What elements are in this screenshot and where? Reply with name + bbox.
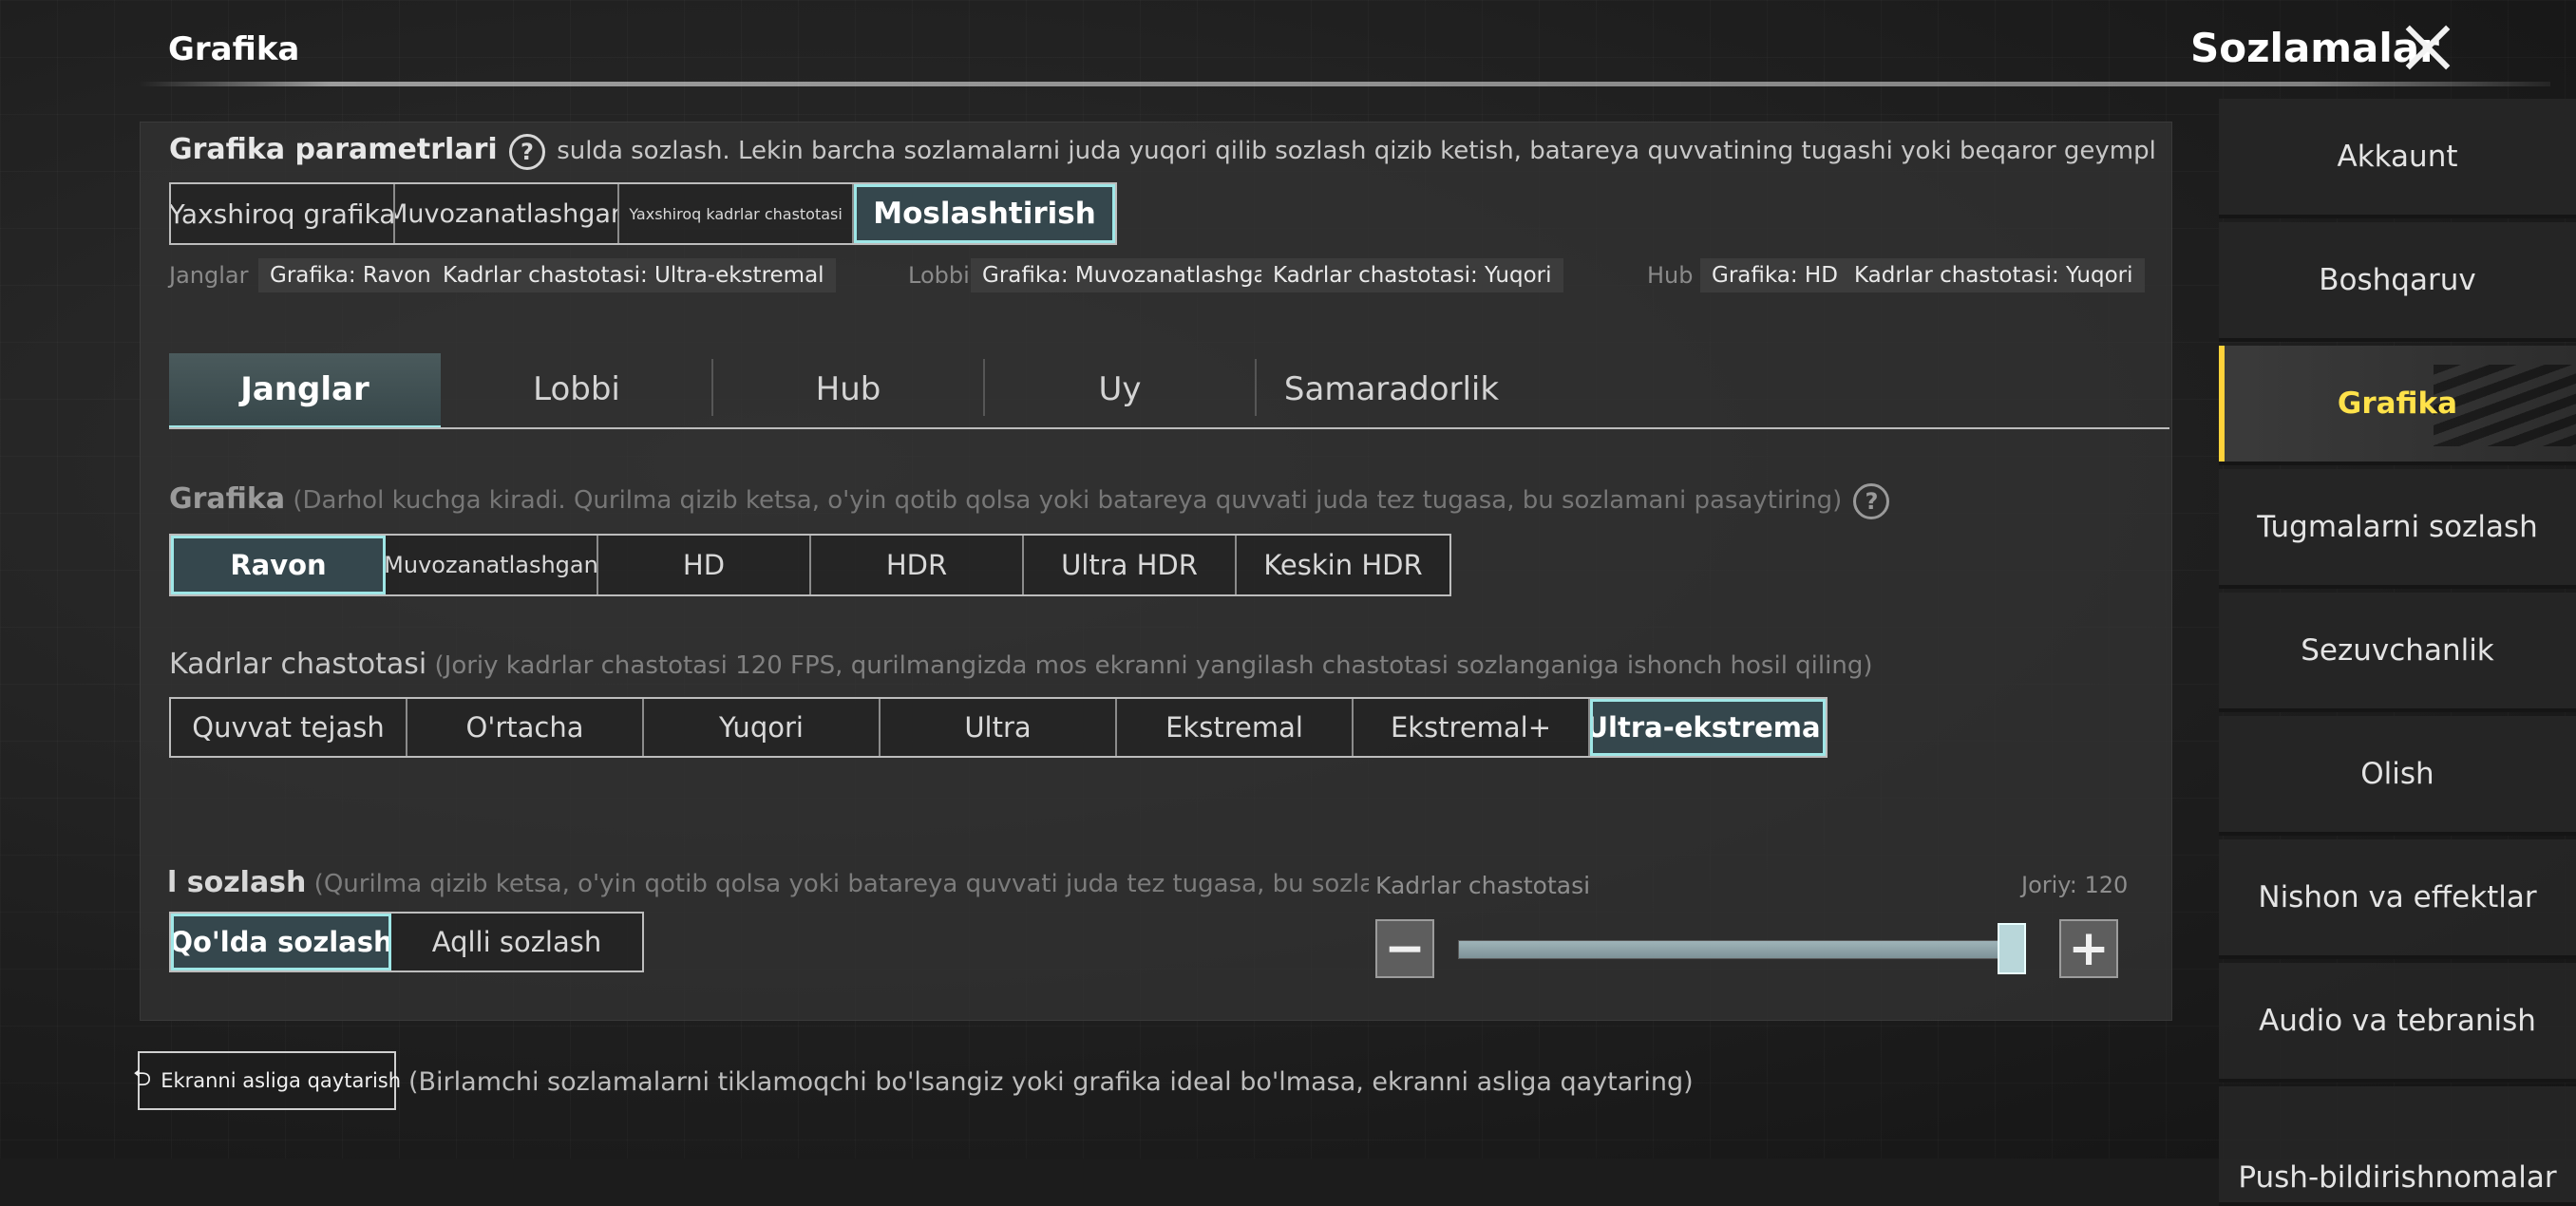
tab-hub[interactable]: Hub	[712, 353, 985, 425]
frame-rate-selector: Quvvat tejash O'rtacha Yuqori Ultra Ekst…	[169, 697, 1828, 758]
nav-label: Grafika	[2337, 386, 2458, 421]
grafika-option-ultra-hdr[interactable]: Ultra HDR	[1024, 536, 1237, 594]
grafika-option-hd[interactable]: HD	[598, 536, 811, 594]
nav-label: Akkaunt	[2337, 140, 2458, 174]
fps-decrease-button[interactable]: −	[1375, 919, 1434, 978]
summary-label-lobbi: Lobbi	[908, 262, 970, 289]
nav-label: Push-bildirishnomalar	[2238, 1160, 2557, 1195]
grafika-option-ravon[interactable]: Ravon	[171, 536, 386, 594]
fps-slider-fill	[1459, 941, 2013, 958]
preset-custom[interactable]: Moslashtirish	[854, 184, 1115, 243]
grafika-selector: Ravon Muvozanatlashgan HD HDR Ultra HDR …	[169, 534, 1451, 596]
graphics-params-header: Grafika parametrlari ? sulda sozlash. Le…	[169, 133, 2154, 170]
preset-better-graphics[interactable]: Yaxshiroq grafika	[171, 184, 396, 243]
summary-chip-janglar-graphics: Grafika: Ravon	[258, 258, 443, 292]
summary-chip-janglar-fps: Kadrlar chastotasi: Ultra-ekstremal	[431, 258, 836, 292]
fps-slider-label: Kadrlar chastotasi	[1375, 872, 1591, 899]
frame-rate-header: Kadrlar chastotasi (Joriy kadrlar chasto…	[169, 648, 2154, 681]
tabs-underline	[169, 427, 2169, 429]
tab-janglar[interactable]: Janglar	[169, 353, 441, 429]
summary-chip-hub-graphics: Grafika: HD	[1700, 258, 1849, 292]
fps-increase-button[interactable]: +	[2059, 919, 2118, 978]
adjust-option-manual[interactable]: Qo'lda sozlash	[171, 914, 391, 970]
nav-item-akkaunt[interactable]: Akkaunt	[2219, 99, 2576, 218]
help-icon[interactable]: ?	[1853, 482, 1890, 519]
nav-item-audio-va-tebranish[interactable]: Audio va tebranish	[2219, 963, 2576, 1083]
fps-option-quvvat-tejash[interactable]: Quvvat tejash	[171, 699, 407, 756]
fps-option-ortacha[interactable]: O'rtacha	[407, 699, 644, 756]
graphics-params-title: Grafika parametrlari	[169, 133, 498, 166]
top-bar: Grafika Sozlamalar	[0, 0, 2576, 95]
tab-label: Janglar	[240, 370, 369, 408]
nav-label: Nishon va effektlar	[2258, 880, 2537, 914]
nav-label: Audio va tebranish	[2259, 1004, 2536, 1038]
nav-label: Tugmalarni sozlash	[2257, 510, 2538, 544]
grafika-option-muvozanatlashgan[interactable]: Muvozanatlashgan	[386, 536, 598, 594]
adjust-title: l sozlash	[167, 866, 307, 899]
nav-item-push-bildirishnomalar[interactable]: Push-bildirishnomalar	[2219, 1086, 2576, 1206]
preset-better-fps[interactable]: Yaxshiroq kadrlar chastotasi	[619, 184, 855, 243]
adjust-option-smart[interactable]: Aqlli sozlash	[391, 914, 642, 970]
fps-slider-handle[interactable]	[1998, 923, 2026, 974]
adjust-note: (Qurilma qizib ketsa, o'yin qotib qolsa …	[313, 870, 1369, 898]
fps-slider-current: Joriy: 120	[2021, 872, 2129, 898]
tab-label: Lobbi	[533, 370, 620, 408]
frame-rate-note: (Joriy kadrlar chastotasi 120 FPS, quril…	[434, 651, 1873, 680]
nav-item-olish[interactable]: Olish	[2219, 716, 2576, 836]
tab-label: Samaradorlik	[1283, 370, 1500, 408]
nav-item-grafika[interactable]: Grafika	[2219, 346, 2576, 465]
tab-samaradorlik[interactable]: Samaradorlik	[1256, 353, 1527, 425]
reset-note: (Birlamchi sozlamalarni tiklamoqchi bo'l…	[408, 1067, 1694, 1097]
summary-chip-lobbi-graphics: Grafika: Muvozanatlashgan	[971, 258, 1293, 292]
fps-option-ekstremal[interactable]: Ekstremal	[1117, 699, 1354, 756]
summary-label-janglar: Janglar	[169, 262, 249, 289]
adjust-header: l sozlash (Qurilma qizib ketsa, o'yin qo…	[167, 866, 1369, 899]
nav-label: Boshqaruv	[2319, 263, 2476, 297]
grafika-option-hdr[interactable]: HDR	[811, 536, 1024, 594]
undo-icon: ⮌	[132, 1064, 152, 1091]
grafika-header: Grafika (Darhol kuchga kiradi. Qurilma q…	[169, 482, 2154, 519]
section-title: Grafika	[168, 30, 300, 68]
mode-tabs: Janglar Lobbi Hub Uy Samaradorlik	[169, 353, 2169, 431]
grafika-note: (Darhol kuchga kiradi. Qurilma qizib ket…	[293, 486, 1843, 515]
grafika-title: Grafika	[169, 482, 286, 516]
close-icon[interactable]	[2399, 19, 2456, 76]
preset-selector: Yaxshiroq grafika Muvozanatlashgan Yaxsh…	[169, 182, 1117, 245]
settings-nav: Akkaunt Boshqaruv Grafika Tugmalarni soz…	[2219, 99, 2576, 1206]
help-icon[interactable]: ?	[508, 133, 545, 170]
fps-option-ultra-ekstremal[interactable]: Ultra-ekstremal	[1590, 699, 1826, 756]
adjust-mode-selector: Qo'lda sozlash Aqlli sozlash	[169, 912, 644, 972]
nav-item-nishon-va-effektlar[interactable]: Nishon va effektlar	[2219, 839, 2576, 959]
nav-item-sezuvchanlik[interactable]: Sezuvchanlik	[2219, 593, 2576, 712]
reset-screen-label: Ekranni asliga qaytarish	[161, 1069, 402, 1092]
fps-slider-track[interactable]	[1458, 940, 2026, 959]
summary-label-hub: Hub	[1647, 262, 1694, 289]
nav-item-boshqaruv[interactable]: Boshqaruv	[2219, 222, 2576, 342]
reset-screen-button[interactable]: ⮌ Ekranni asliga qaytarish	[133, 1051, 401, 1110]
header-divider	[138, 82, 2550, 86]
nav-label: Olish	[2360, 757, 2434, 791]
fps-option-yuqori[interactable]: Yuqori	[644, 699, 881, 756]
summary-chip-lobbi-fps: Kadrlar chastotasi: Yuqori	[1261, 258, 1563, 292]
tab-uy[interactable]: Uy	[984, 353, 1257, 425]
nav-label: Sezuvchanlik	[2301, 633, 2494, 668]
frame-rate-title: Kadrlar chastotasi	[169, 648, 427, 681]
graphics-params-description: sulda sozlash. Lekin barcha sozlamalarni…	[557, 137, 2154, 165]
tab-label: Hub	[815, 370, 881, 408]
preset-balanced[interactable]: Muvozanatlashgan	[395, 184, 620, 243]
summary-chip-hub-fps: Kadrlar chastotasi: Yuqori	[1843, 258, 2145, 292]
grafika-option-keskin-hdr[interactable]: Keskin HDR	[1237, 536, 1449, 594]
fps-option-ekstremal-plus[interactable]: Ekstremal+	[1354, 699, 1590, 756]
tab-lobbi[interactable]: Lobbi	[441, 353, 713, 425]
tab-label: Uy	[1098, 370, 1142, 408]
fps-option-ultra[interactable]: Ultra	[881, 699, 1117, 756]
nav-item-tugmalarni-sozlash[interactable]: Tugmalarni sozlash	[2219, 469, 2576, 589]
